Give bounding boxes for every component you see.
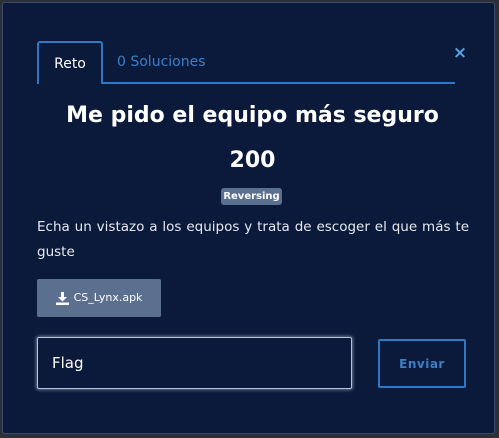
tab-challenge[interactable]: Reto: [37, 41, 103, 84]
tab-bar: Reto 0 Soluciones: [37, 41, 455, 84]
challenge-modal: × Reto 0 Soluciones Me pido el equipo má…: [2, 2, 495, 434]
download-icon: [55, 291, 69, 305]
submit-button[interactable]: Enviar: [378, 339, 466, 388]
challenge-title: Me pido el equipo más seguro: [66, 103, 439, 128]
file-name: CS_Lynx.apk: [73, 291, 143, 304]
tab-solutions[interactable]: 0 Soluciones: [117, 41, 206, 84]
challenge-points: 200: [229, 148, 276, 173]
category-badge: Reversing: [221, 188, 282, 205]
file-download-button[interactable]: CS_Lynx.apk: [37, 279, 161, 317]
challenge-description: Echa un vistazo a los equipos y trata de…: [37, 219, 469, 260]
flag-input[interactable]: [37, 337, 352, 389]
